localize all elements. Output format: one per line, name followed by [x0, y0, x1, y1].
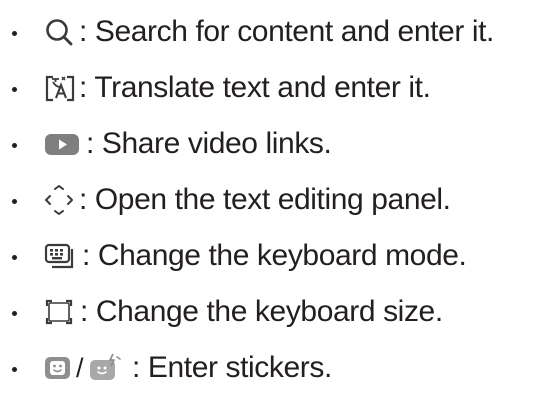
bullet	[12, 31, 17, 36]
list-item-keyboard-size: : Change the keyboard size.	[0, 288, 552, 336]
keyboard-size-icon	[44, 297, 74, 327]
translate-icon	[44, 73, 76, 103]
text-editing-panel-icon	[44, 185, 74, 215]
video-share-icon	[44, 129, 80, 159]
list-item-video: : Share video links.	[0, 120, 552, 168]
sticker-icon	[45, 357, 70, 379]
item-text: : Translate text and enter it.	[79, 71, 431, 104]
sticker-icons: /	[44, 353, 121, 383]
animated-sticker-icon	[89, 353, 121, 380]
list-item-keyboard-mode: : Change the keyboard mode.	[0, 232, 552, 280]
bullet	[12, 199, 17, 204]
search-icon	[44, 17, 74, 47]
bullet	[12, 87, 17, 92]
list-item-translate: : Translate text and enter it.	[0, 64, 552, 112]
bullet	[12, 367, 17, 372]
bullet	[12, 143, 17, 148]
item-text: : Enter stickers.	[132, 351, 332, 384]
item-text: : Share video links.	[86, 127, 332, 160]
feature-list: : Search for content and enter it. : Tra…	[0, 0, 552, 398]
keyboard-mode-icon	[44, 241, 76, 271]
item-text: : Change the keyboard mode.	[82, 239, 467, 272]
item-text: : Open the text editing panel.	[79, 183, 451, 216]
bullet	[12, 255, 17, 260]
item-text: : Search for content and enter it.	[79, 15, 494, 48]
list-item-stickers: / : Enter stickers.	[0, 344, 552, 392]
list-item-search: : Search for content and enter it.	[0, 8, 552, 56]
separator: /	[76, 352, 84, 383]
list-item-text-editing: : Open the text editing panel.	[0, 176, 552, 224]
item-text: : Change the keyboard size.	[80, 295, 443, 328]
bullet	[12, 311, 17, 316]
